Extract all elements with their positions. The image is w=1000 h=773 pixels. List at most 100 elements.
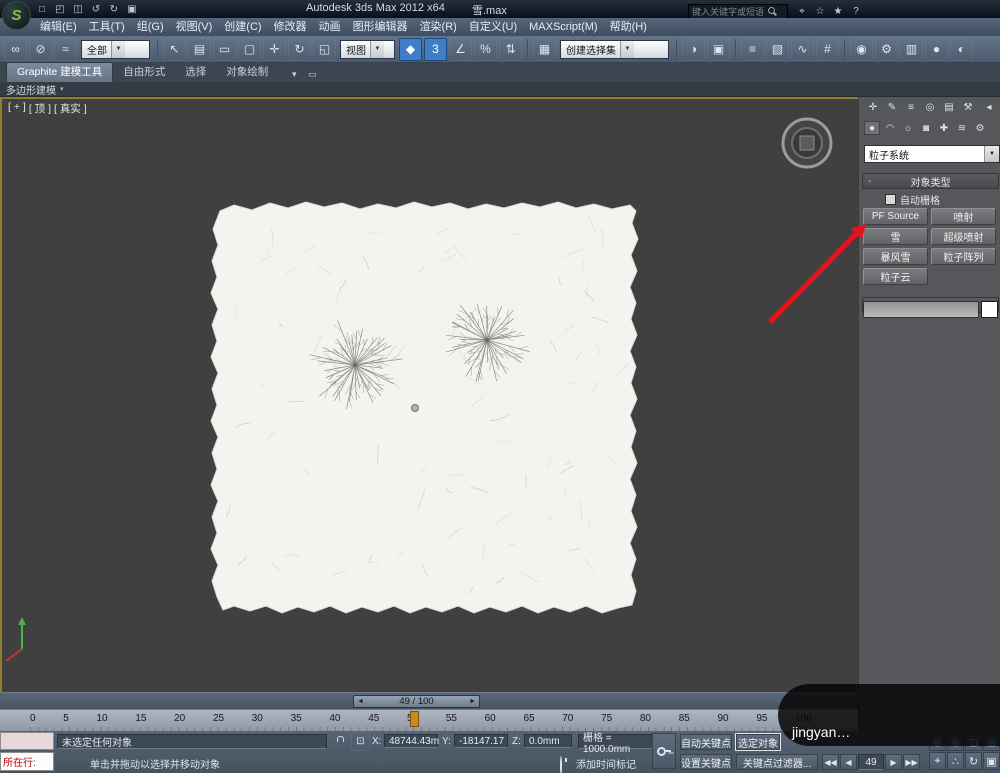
object-type-rollout-header[interactable]: - 对象类型 bbox=[862, 173, 999, 189]
menu-item-2[interactable]: 组(G) bbox=[131, 18, 170, 36]
panel-expand-icon[interactable]: ◂ bbox=[981, 100, 997, 114]
macro-recorder-line[interactable] bbox=[0, 732, 54, 750]
snow-button[interactable]: 雪 bbox=[863, 228, 928, 245]
maximize-viewport-icon[interactable]: ▣ bbox=[983, 752, 1000, 770]
menu-item-3[interactable]: 视图(V) bbox=[170, 18, 219, 36]
material-editor-icon[interactable]: ◉ bbox=[850, 38, 873, 61]
viewport-general-menu[interactable]: [ + ] bbox=[8, 101, 26, 116]
select-and-move-icon[interactable]: ✛ bbox=[263, 38, 286, 61]
curve-editor-icon[interactable]: ∿ bbox=[791, 38, 814, 61]
systems-category-icon[interactable]: ⚙ bbox=[972, 121, 988, 135]
play-icon[interactable]: ▶ bbox=[885, 754, 902, 770]
pan-icon[interactable]: ⌖ bbox=[929, 752, 946, 770]
new-scene-icon[interactable]: □ bbox=[34, 2, 50, 16]
select-and-rotate-icon[interactable]: ↻ bbox=[288, 38, 311, 61]
menu-item-11[interactable]: 帮助(H) bbox=[604, 18, 653, 36]
z-coordinate-field[interactable]: 0.0mm bbox=[524, 734, 572, 748]
save-file-icon[interactable]: ◫ bbox=[70, 2, 86, 16]
help-icon[interactable]: ? bbox=[848, 4, 864, 18]
super-spray-button[interactable]: 超级喷射 bbox=[931, 228, 996, 245]
time-slider-track[interactable]: ◄ 49 / 100 ► bbox=[0, 692, 858, 710]
reference-coordinate-dropdown[interactable]: 视图▼ bbox=[340, 40, 395, 59]
menu-item-10[interactable]: MAXScript(M) bbox=[523, 18, 603, 36]
tab-selection[interactable]: 选择 bbox=[175, 63, 216, 82]
small-scene-object[interactable] bbox=[412, 405, 419, 412]
percent-snap-icon[interactable]: % bbox=[474, 38, 497, 61]
spray-button[interactable]: 喷射 bbox=[931, 208, 996, 225]
viewport-shading-menu[interactable]: [ 真实 ] bbox=[54, 101, 87, 116]
infocenter-search-icon[interactable]: ⌖ bbox=[794, 4, 810, 18]
motion-tab-icon[interactable]: ◎ bbox=[922, 100, 938, 114]
communication-center-icon[interactable]: ☆ bbox=[812, 4, 828, 18]
blizzard-button[interactable]: 暴风雪 bbox=[863, 248, 928, 265]
previous-frame-icon[interactable]: ◀ bbox=[840, 754, 857, 770]
key-filters-button[interactable]: 关键点过滤器... bbox=[736, 754, 818, 770]
add-time-tag[interactable]: 添加时间标记 bbox=[576, 756, 636, 771]
favorites-icon[interactable]: ★ bbox=[830, 4, 846, 18]
layer-manager-icon[interactable]: ≡ bbox=[741, 38, 764, 61]
select-and-link-icon[interactable]: ∞ bbox=[4, 38, 27, 61]
selection-filter-dropdown[interactable]: 全部▼ bbox=[81, 40, 150, 59]
redo-icon[interactable]: ↻ bbox=[106, 2, 122, 16]
lights-category-icon[interactable]: ☼ bbox=[900, 121, 916, 135]
select-object-icon[interactable]: ↖ bbox=[163, 38, 186, 61]
object-color-swatch[interactable] bbox=[981, 301, 998, 318]
space-warps-category-icon[interactable]: ≋ bbox=[954, 121, 970, 135]
angle-snap-icon[interactable]: ∠ bbox=[449, 38, 472, 61]
geometry-category-icon[interactable]: ● bbox=[864, 121, 880, 135]
rendered-frame-window-icon[interactable]: ▥ bbox=[900, 38, 923, 61]
undo-icon[interactable]: ↺ bbox=[88, 2, 104, 16]
previous-frame-icon[interactable]: ◄ bbox=[357, 698, 364, 705]
cameras-category-icon[interactable]: ◙ bbox=[918, 121, 934, 135]
edit-named-selection-sets-icon[interactable]: ▦ bbox=[533, 38, 556, 61]
autogrid-checkbox[interactable] bbox=[885, 194, 896, 205]
utilities-tab-icon[interactable]: ⚒ bbox=[960, 100, 976, 114]
current-frame-marker[interactable] bbox=[410, 711, 419, 727]
named-selection-sets-dropdown[interactable]: 创建选择集▼ bbox=[560, 40, 669, 59]
search-icon[interactable] bbox=[767, 6, 778, 17]
mini-listener-line[interactable]: 所在行: bbox=[0, 752, 54, 771]
go-to-end-icon[interactable]: ▶▶ bbox=[903, 754, 920, 770]
create-tab-icon[interactable]: ✛ bbox=[865, 100, 881, 114]
particle-cloud-button[interactable]: 粒子云 bbox=[863, 268, 928, 285]
subtab-polygon-modeling[interactable]: 多边形建模 bbox=[6, 82, 56, 97]
menu-item-4[interactable]: 创建(C) bbox=[218, 18, 267, 36]
go-to-start-icon[interactable]: ◀◀ bbox=[822, 754, 839, 770]
particle-array-button[interactable]: 粒子阵列 bbox=[931, 248, 996, 265]
mirror-icon[interactable]: ◑ bbox=[682, 38, 705, 61]
current-frame-field[interactable]: 49 bbox=[858, 754, 884, 770]
render-iterative-icon[interactable]: ◐ bbox=[950, 38, 973, 61]
viewport-top[interactable]: [ + ][ 顶 ][ 真实 ] bbox=[0, 97, 860, 696]
menu-item-6[interactable]: 动画 bbox=[313, 18, 347, 36]
menu-item-9[interactable]: 自定义(U) bbox=[463, 18, 523, 36]
align-icon[interactable]: ▣ bbox=[707, 38, 730, 61]
menu-item-7[interactable]: 图形编辑器 bbox=[347, 18, 414, 36]
schematic-view-icon[interactable]: # bbox=[816, 38, 839, 61]
ribbon-minimize-icon[interactable]: ▭ bbox=[304, 67, 320, 82]
shapes-category-icon[interactable]: ◠ bbox=[882, 121, 898, 135]
next-frame-icon[interactable]: ► bbox=[469, 698, 476, 705]
y-coordinate-field[interactable]: -18147.17 bbox=[454, 734, 508, 748]
modify-tab-icon[interactable]: ✎ bbox=[884, 100, 900, 114]
app-logo[interactable]: S bbox=[2, 1, 31, 30]
menu-item-0[interactable]: 编辑(E) bbox=[34, 18, 83, 36]
graphite-ribbon-toggle-icon[interactable]: ▧ bbox=[766, 38, 789, 61]
track-bar[interactable]: 0510152025303540455055606570758085909510… bbox=[0, 709, 858, 732]
select-and-scale-icon[interactable]: ◱ bbox=[313, 38, 336, 61]
bind-to-space-warp-icon[interactable]: ≈ bbox=[54, 38, 77, 61]
spinner-snap-icon[interactable]: ⇅ bbox=[499, 38, 522, 61]
set-key-button[interactable]: 设置关键点 bbox=[680, 754, 732, 770]
helpers-category-icon[interactable]: ✚ bbox=[936, 121, 952, 135]
viewport-canvas[interactable] bbox=[2, 99, 854, 690]
use-pivot-point-icon[interactable]: ◆ bbox=[399, 38, 422, 61]
x-coordinate-field[interactable]: 48744.43m bbox=[384, 734, 438, 748]
menu-item-5[interactable]: 修改器 bbox=[268, 18, 313, 36]
display-tab-icon[interactable]: ▤ bbox=[941, 100, 957, 114]
select-by-name-icon[interactable]: ▤ bbox=[188, 38, 211, 61]
menu-item-8[interactable]: 渲染(R) bbox=[414, 18, 463, 36]
ribbon-config-dropdown-icon[interactable]: ▾ bbox=[286, 67, 302, 82]
tab-graphite-modeling[interactable]: Graphite 建模工具 bbox=[6, 62, 113, 82]
orbit-icon[interactable]: ↻ bbox=[965, 752, 982, 770]
time-slider-handle[interactable]: ◄ 49 / 100 ► bbox=[353, 695, 480, 708]
viewport-navigation-wheel[interactable] bbox=[783, 119, 831, 167]
